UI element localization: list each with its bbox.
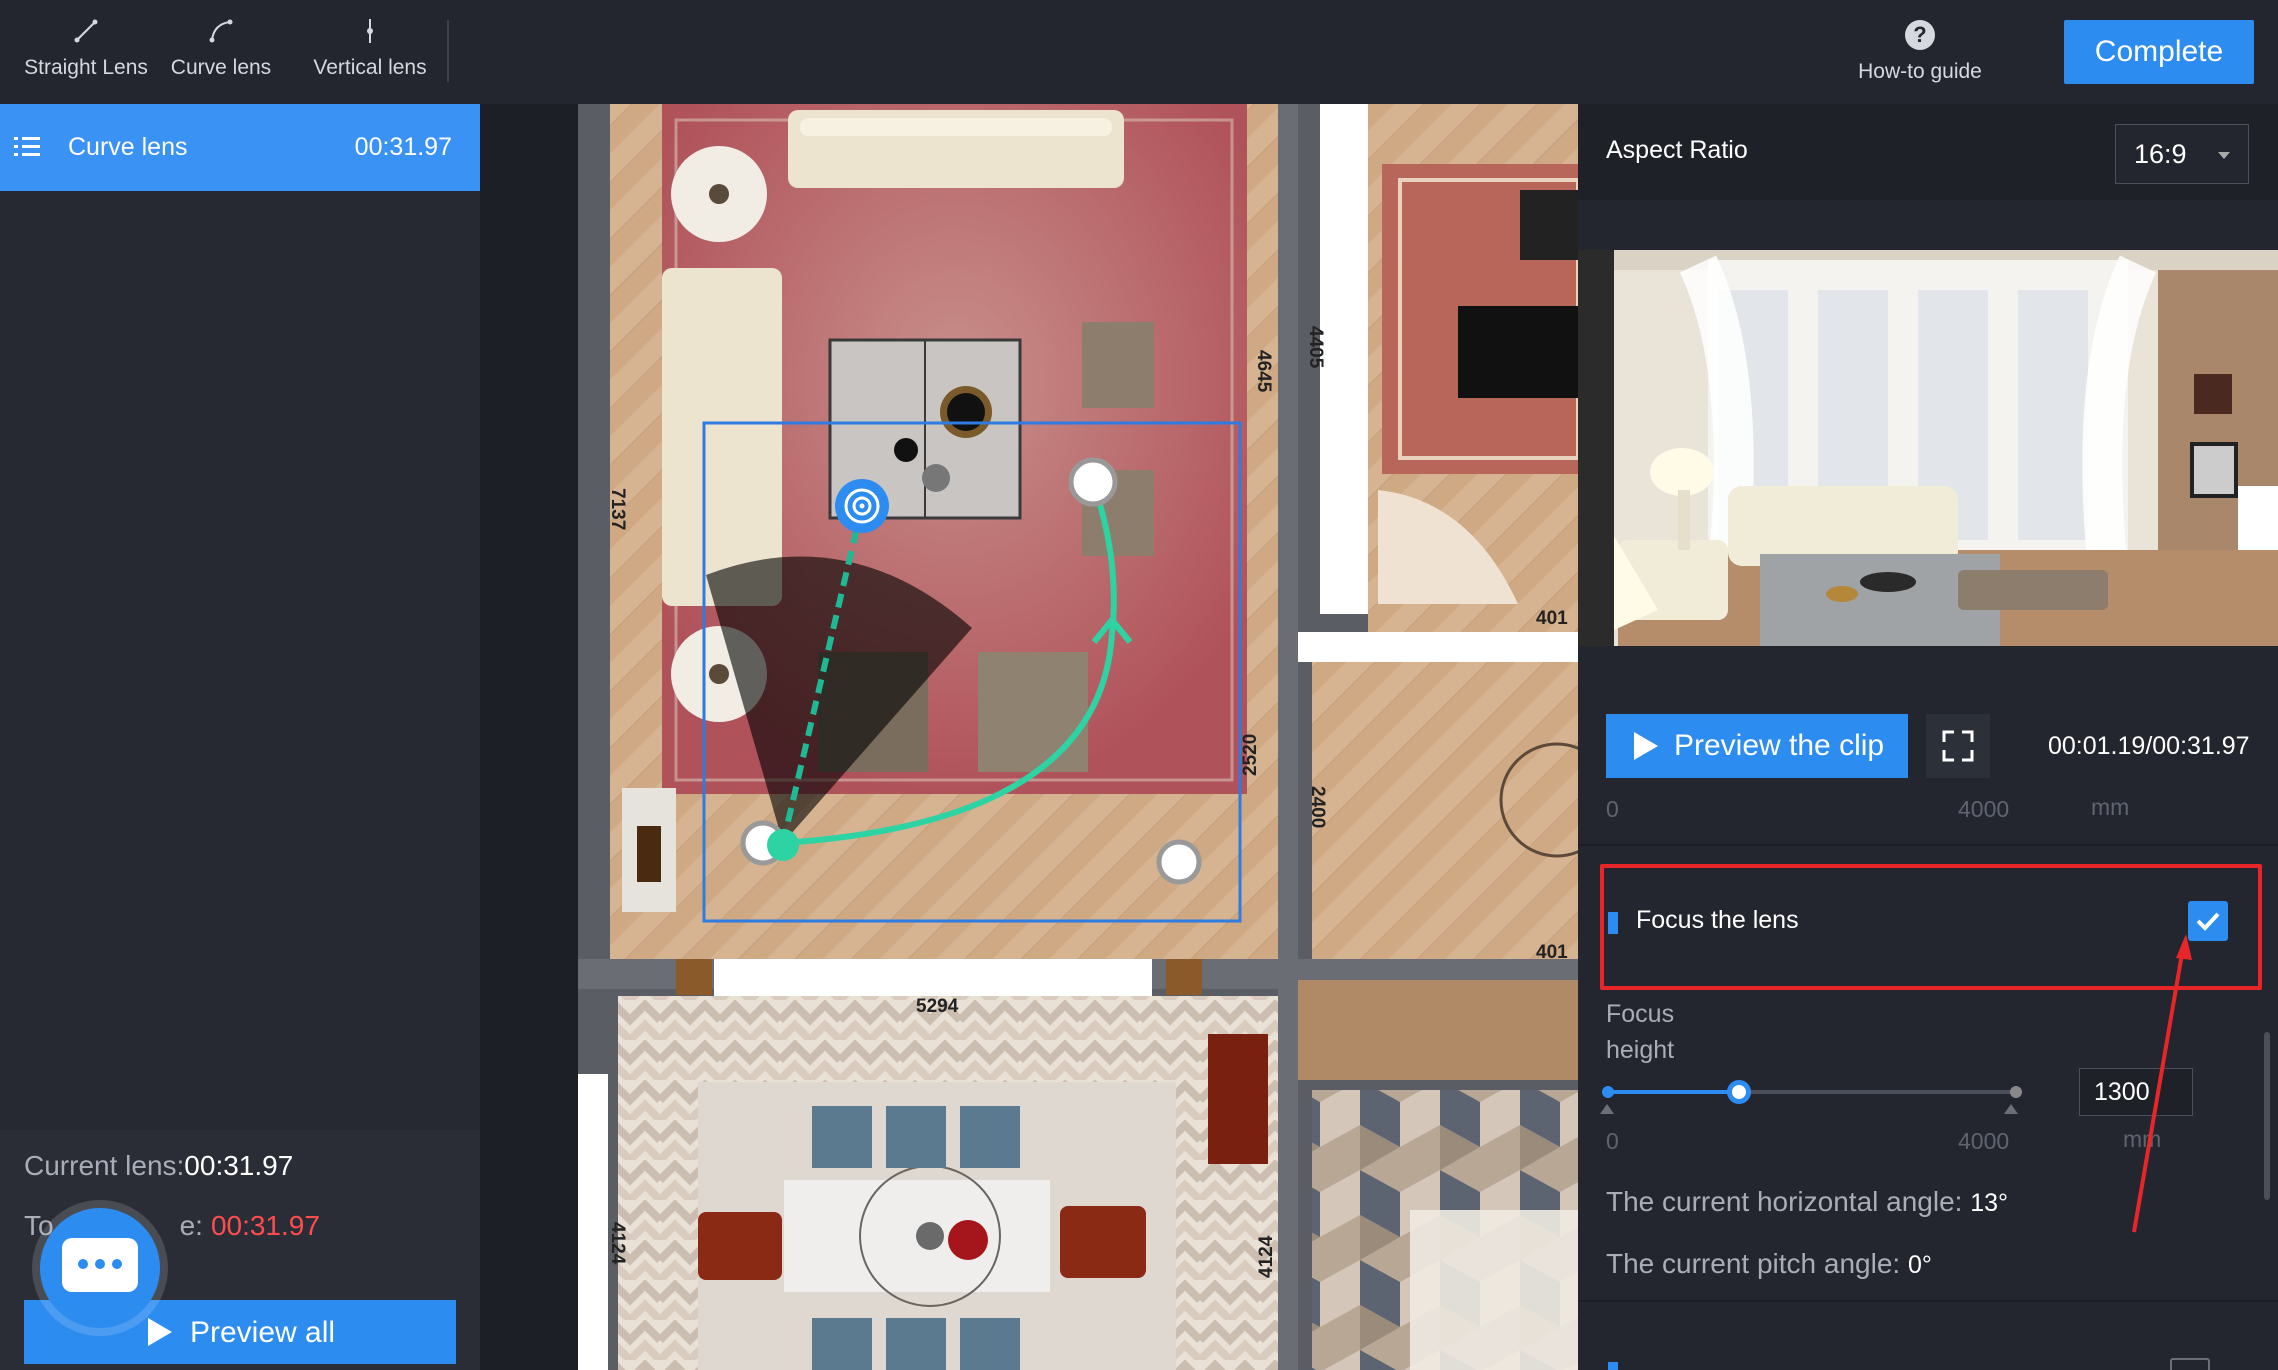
divider (1578, 844, 2278, 846)
aspect-ratio-row: Aspect Ratio 16:9 (1578, 104, 2278, 200)
question-icon: ? (1905, 20, 1935, 50)
scale-unit: mm (2091, 794, 2130, 820)
focus-height-label: Focus height (1606, 996, 1674, 1068)
focus-height-slider[interactable] (1602, 1080, 2022, 1104)
lens-list-item[interactable]: Curve lens 00:31.97 (0, 104, 480, 191)
camera-start-point[interactable] (767, 829, 799, 861)
min-marker-icon (1600, 1104, 1614, 1114)
current-lens-label: Current lens: (24, 1150, 185, 1181)
pitch-angle-line: The current pitch angle: 0° (1606, 1248, 1932, 1280)
focus-height-label-line1: Focus (1606, 1000, 1675, 1028)
dimension-label: 401 (1536, 608, 1568, 629)
focus-height-label-line2: height (1606, 1036, 1675, 1064)
dimension-label: 4124 (1256, 1235, 1277, 1278)
preview-all-label: Preview all (190, 1316, 336, 1349)
total-time-value: 00:31.97 (210, 1210, 320, 1241)
complete-button[interactable]: Complete (2064, 20, 2254, 84)
top-toolbar: Straight Lens Curve lens Vertical lens ?… (0, 0, 2278, 104)
floorplan: 4645 4405 7137 2520 2400 5294 4124 4124 … (480, 104, 1578, 1370)
dimension-label: 4405 (1305, 326, 1326, 369)
pitch-angle-label: The current pitch angle: (1606, 1248, 1908, 1279)
preview-clip-button[interactable]: Preview the clip (1606, 714, 1908, 778)
toolbar-divider (447, 20, 449, 82)
chat-support-button[interactable] (40, 1208, 160, 1328)
lens-list-panel: Curve lens 00:31.97 Current lens:00:31.9… (0, 104, 480, 1370)
pitch-angle-value: 0° (1907, 1251, 1932, 1279)
howto-guide-button[interactable]: ? How-to guide (1845, 20, 1995, 84)
howto-label: How-to guide (1858, 60, 1982, 83)
divider (1578, 1300, 2278, 1302)
horizontal-angle-label: The current horizontal angle: (1606, 1186, 1971, 1217)
vertical-lens-label: Vertical lens (313, 56, 427, 79)
chevron-down-icon (2218, 152, 2230, 159)
section-marker (1608, 1362, 1618, 1370)
lens-item-name: Curve lens (68, 133, 188, 161)
aspect-ratio-value: 16:9 (2134, 139, 2187, 169)
preview-clip-label: Preview the clip (1674, 729, 1885, 762)
dimension-label: 4645 (1253, 350, 1274, 393)
current-lens-line: Current lens:00:31.97 (24, 1150, 293, 1182)
vertical-lens-icon (367, 19, 373, 43)
settings-scrollbar[interactable] (2264, 1032, 2270, 1200)
focus-height-min: 0 (1606, 1128, 1619, 1154)
focus-lens-label: Focus the lens (1636, 906, 1799, 934)
control-point[interactable] (1068, 457, 1118, 507)
vertical-lens-tool[interactable]: Vertical lens (295, 16, 445, 80)
clip-preview-image (1578, 250, 2278, 646)
max-marker-icon (2004, 1104, 2018, 1114)
focus-lens-checkbox[interactable] (2188, 901, 2228, 941)
focus-height-max: 4000 (1958, 1128, 2010, 1154)
curve-lens-label: Curve lens (170, 56, 272, 79)
lens-settings-panel: Aspect Ratio 16:9 Preview the clip 00:01… (1578, 104, 2278, 1370)
dimension-label: 401 (1536, 942, 1568, 963)
straight-lens-tool[interactable]: Straight Lens (11, 16, 161, 80)
focus-height-unit: mm (2123, 1126, 2162, 1152)
curve-lens-icon (209, 19, 233, 43)
dimension-label: 4124 (607, 1222, 628, 1265)
slider-start-dot (1602, 1086, 1614, 1098)
curve-lens-tool[interactable]: Curve lens (146, 16, 296, 80)
slider-knob[interactable] (1727, 1080, 1752, 1104)
slider-end-dot (2010, 1086, 2022, 1098)
list-icon (14, 137, 40, 156)
control-point[interactable] (1156, 839, 1202, 885)
section-marker (1608, 912, 1618, 934)
straight-lens-icon (74, 19, 98, 43)
floorplan-canvas[interactable]: 4645 4405 7137 2520 2400 5294 4124 4124 … (480, 104, 1578, 1370)
slider-fill (1606, 1090, 1740, 1094)
chat-icon (62, 1238, 138, 1292)
current-lens-value: 00:31.97 (184, 1150, 294, 1181)
aspect-ratio-label: Aspect Ratio (1606, 136, 1748, 164)
focus-height-input[interactable] (2079, 1068, 2193, 1116)
play-icon (148, 1318, 172, 1346)
room-render (1578, 250, 2278, 646)
fullscreen-icon (1942, 730, 1974, 762)
checkmark-icon (2196, 912, 2220, 931)
play-icon (1634, 732, 1658, 760)
dimension-label: 5294 (916, 996, 959, 1017)
clip-time: 00:01.19/00:31.97 (2048, 732, 2250, 760)
straight-lens-label: Straight Lens (24, 56, 148, 79)
aspect-ratio-select[interactable]: 16:9 (2115, 124, 2249, 184)
scale-min: 0 (1606, 796, 1619, 822)
horizontal-angle-line: The current horizontal angle: 13° (1606, 1186, 2008, 1218)
total-time-suffix: e: (179, 1210, 203, 1241)
dimension-label: 2520 (1240, 734, 1261, 776)
lens-item-time: 00:31.97 (354, 133, 452, 161)
next-option-checkbox[interactable] (2170, 1358, 2210, 1370)
scale-max: 4000 (1958, 796, 2010, 822)
dimension-label: 2400 (1307, 786, 1328, 828)
fullscreen-button[interactable] (1926, 714, 1990, 778)
dimension-label: 7137 (607, 488, 628, 530)
horizontal-angle-value: 13° (1970, 1189, 2009, 1217)
